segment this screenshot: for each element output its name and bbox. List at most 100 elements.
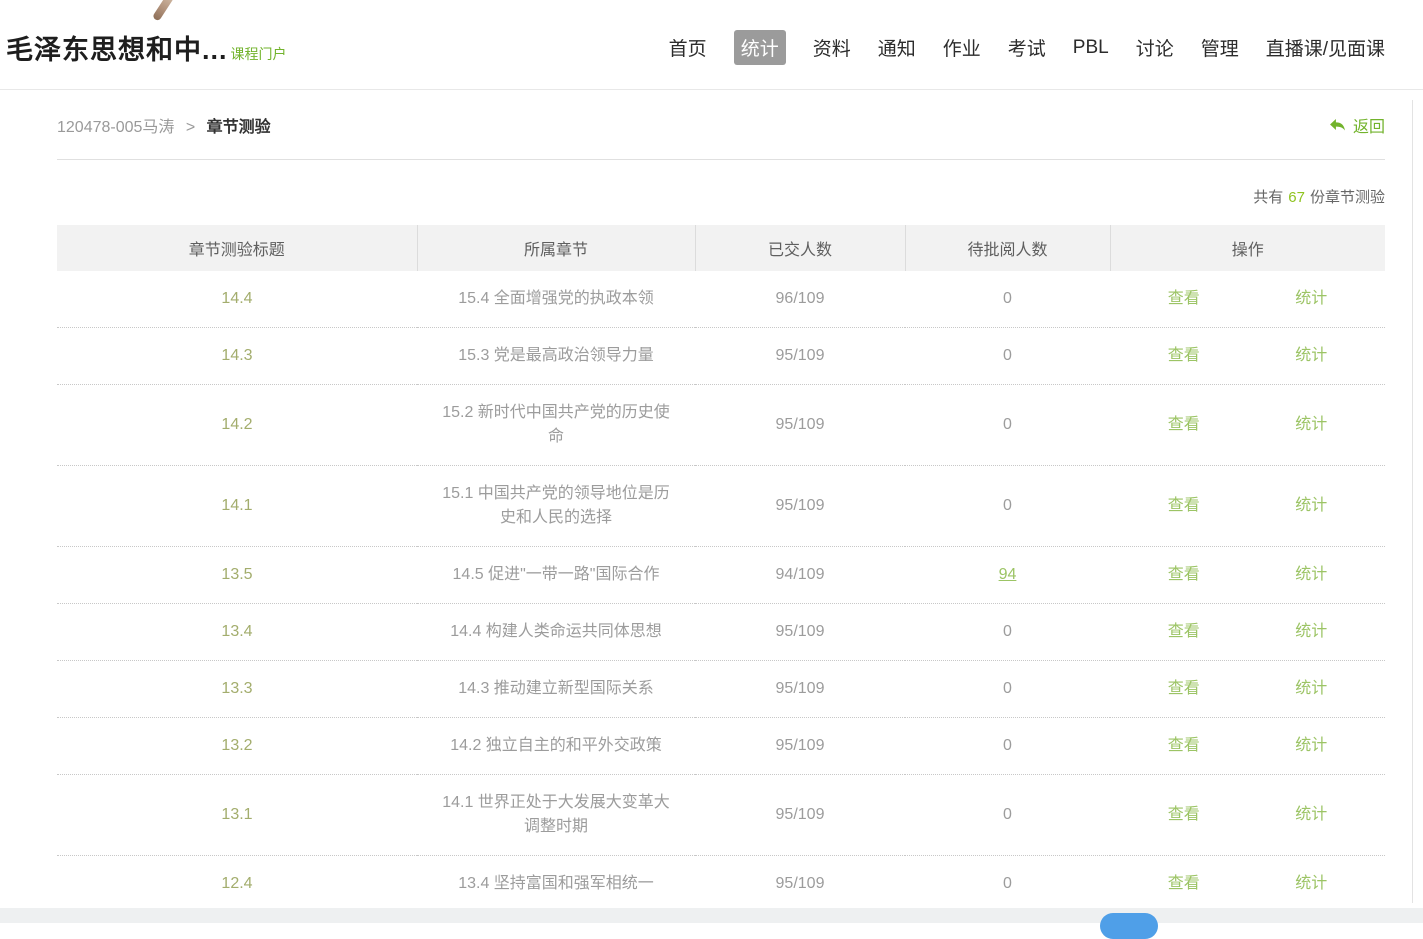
view-link[interactable]: 查看 bbox=[1168, 287, 1200, 311]
pending-count: 0 bbox=[1003, 680, 1012, 697]
row-actions: 查看 统计 bbox=[1120, 620, 1375, 644]
actions-cell: 查看 统计 bbox=[1110, 328, 1385, 385]
stats-link[interactable]: 统计 bbox=[1295, 287, 1327, 311]
chapter-name-text: 15.4 全面增强党的执政本领 bbox=[458, 290, 654, 307]
page-right-divider bbox=[1412, 100, 1413, 903]
chapter-name-text: 14.1 世界正处于大发展大变革大调整时期 bbox=[442, 794, 670, 835]
tests-count-prefix: 共有 bbox=[1253, 189, 1283, 206]
submitted-count-text: 95/109 bbox=[776, 806, 825, 823]
stats-link[interactable]: 统计 bbox=[1295, 413, 1327, 437]
submitted-count: 95/109 bbox=[695, 385, 905, 466]
nav-tab-homework[interactable]: 作业 bbox=[943, 34, 981, 61]
chapter-name: 14.3 推动建立新型国际关系 bbox=[417, 661, 695, 718]
nav-tab-materials[interactable]: 资料 bbox=[813, 34, 851, 61]
table-row: 13.3 14.3 推动建立新型国际关系 95/109 0 查看 统计 bbox=[57, 661, 1385, 718]
test-title[interactable]: 13.3 bbox=[57, 661, 417, 718]
view-link[interactable]: 查看 bbox=[1168, 872, 1200, 896]
test-title[interactable]: 13.1 bbox=[57, 775, 417, 856]
table-row: 14.2 15.2 新时代中国共产党的历史使命 95/109 0 查看 统计 bbox=[57, 385, 1385, 466]
view-link[interactable]: 查看 bbox=[1168, 620, 1200, 644]
pending-count: 0 bbox=[1003, 497, 1012, 514]
stats-link[interactable]: 统计 bbox=[1295, 494, 1327, 518]
pending-count: 0 bbox=[1003, 347, 1012, 364]
stats-link[interactable]: 统计 bbox=[1295, 803, 1327, 827]
submitted-count-text: 95/109 bbox=[776, 497, 825, 514]
test-title[interactable]: 12.4 bbox=[57, 856, 417, 913]
stats-link[interactable]: 统计 bbox=[1295, 620, 1327, 644]
back-link[interactable]: 返回 bbox=[1328, 113, 1385, 137]
view-link[interactable]: 查看 bbox=[1168, 803, 1200, 827]
chapter-name: 14.4 构建人类命运共同体思想 bbox=[417, 604, 695, 661]
chapter-name-text: 14.4 构建人类命运共同体思想 bbox=[450, 623, 662, 640]
stats-link[interactable]: 统计 bbox=[1295, 563, 1327, 587]
breadcrumb-course-link[interactable]: 120478-005马涛 bbox=[57, 119, 174, 136]
nav-tab-pbl[interactable]: PBL bbox=[1073, 37, 1109, 59]
breadcrumb-current: 章节测验 bbox=[207, 119, 271, 136]
view-link[interactable]: 查看 bbox=[1168, 413, 1200, 437]
row-actions: 查看 统计 bbox=[1120, 872, 1375, 896]
breadcrumb: 120478-005马涛 > 章节测验 bbox=[57, 113, 271, 137]
pending-cell: 0 bbox=[905, 775, 1110, 856]
stats-link[interactable]: 统计 bbox=[1295, 734, 1327, 758]
pending-count[interactable]: 94 bbox=[999, 566, 1017, 583]
tests-table: 章节测验标题 所属章节 已交人数 待批阅人数 操作 14.4 15.4 全面增强… bbox=[57, 225, 1385, 912]
stats-link[interactable]: 统计 bbox=[1295, 344, 1327, 368]
submitted-count: 95/109 bbox=[695, 856, 905, 913]
pending-cell: 0 bbox=[905, 718, 1110, 775]
submitted-count: 94/109 bbox=[695, 547, 905, 604]
stats-link[interactable]: 统计 bbox=[1295, 677, 1327, 701]
actions-cell: 查看 统计 bbox=[1110, 385, 1385, 466]
test-title[interactable]: 13.2 bbox=[57, 718, 417, 775]
submitted-count-text: 96/109 bbox=[776, 290, 825, 307]
row-actions: 查看 统计 bbox=[1120, 494, 1375, 518]
submitted-count-text: 95/109 bbox=[776, 737, 825, 754]
submitted-count: 95/109 bbox=[695, 466, 905, 547]
chapter-name-text: 14.5 促进"一带一路"国际合作 bbox=[453, 566, 660, 583]
col-header-submitted: 已交人数 bbox=[695, 225, 905, 271]
nav-tab-exams[interactable]: 考试 bbox=[1008, 34, 1046, 61]
stats-link[interactable]: 统计 bbox=[1295, 872, 1327, 896]
nav-tab-home[interactable]: 首页 bbox=[669, 34, 707, 61]
test-title-text: 14.3 bbox=[221, 347, 252, 364]
test-title[interactable]: 14.1 bbox=[57, 466, 417, 547]
nav-tab-live-class[interactable]: 直播课/见面课 bbox=[1266, 34, 1385, 61]
row-actions: 查看 统计 bbox=[1120, 413, 1375, 437]
pending-count: 0 bbox=[1003, 416, 1012, 433]
pagination-current-page[interactable] bbox=[1100, 913, 1158, 939]
test-title-text: 13.4 bbox=[221, 623, 252, 640]
course-title: 毛泽东思想和中... bbox=[6, 28, 228, 67]
view-link[interactable]: 查看 bbox=[1168, 344, 1200, 368]
actions-cell: 查看 统计 bbox=[1110, 661, 1385, 718]
col-header-chapter: 所属章节 bbox=[417, 225, 695, 271]
test-title-text: 14.4 bbox=[221, 290, 252, 307]
view-link[interactable]: 查看 bbox=[1168, 734, 1200, 758]
test-title[interactable]: 13.4 bbox=[57, 604, 417, 661]
view-link[interactable]: 查看 bbox=[1168, 494, 1200, 518]
test-title-text: 12.4 bbox=[221, 875, 252, 892]
pending-count: 0 bbox=[1003, 290, 1012, 307]
tests-table-body: 14.4 15.4 全面增强党的执政本领 96/109 0 查看 统计 14.3… bbox=[57, 271, 1385, 912]
test-title[interactable]: 13.5 bbox=[57, 547, 417, 604]
submitted-count: 95/109 bbox=[695, 604, 905, 661]
pending-count: 0 bbox=[1003, 623, 1012, 640]
chapter-name: 15.1 中国共产党的领导地位是历史和人民的选择 bbox=[417, 466, 695, 547]
row-actions: 查看 统计 bbox=[1120, 344, 1375, 368]
nav-tab-management[interactable]: 管理 bbox=[1201, 34, 1239, 61]
actions-cell: 查看 统计 bbox=[1110, 856, 1385, 913]
breadcrumb-bar: 120478-005马涛 > 章节测验 返回 bbox=[57, 90, 1385, 160]
view-link[interactable]: 查看 bbox=[1168, 563, 1200, 587]
pending-cell: 0 bbox=[905, 661, 1110, 718]
nav-tab-discussion[interactable]: 讨论 bbox=[1136, 34, 1174, 61]
chapter-name: 14.1 世界正处于大发展大变革大调整时期 bbox=[417, 775, 695, 856]
test-title[interactable]: 14.4 bbox=[57, 271, 417, 328]
chapter-name-text: 15.2 新时代中国共产党的历史使命 bbox=[442, 404, 670, 445]
course-portal-link[interactable]: 课程门户 bbox=[231, 44, 287, 64]
test-title[interactable]: 14.2 bbox=[57, 385, 417, 466]
view-link[interactable]: 查看 bbox=[1168, 677, 1200, 701]
test-title[interactable]: 14.3 bbox=[57, 328, 417, 385]
row-actions: 查看 统计 bbox=[1120, 803, 1375, 827]
nav-tab-statistics[interactable]: 统计 bbox=[734, 30, 786, 65]
chapter-name: 15.4 全面增强党的执政本领 bbox=[417, 271, 695, 328]
submitted-count-text: 95/109 bbox=[776, 623, 825, 640]
nav-tab-notifications[interactable]: 通知 bbox=[878, 34, 916, 61]
